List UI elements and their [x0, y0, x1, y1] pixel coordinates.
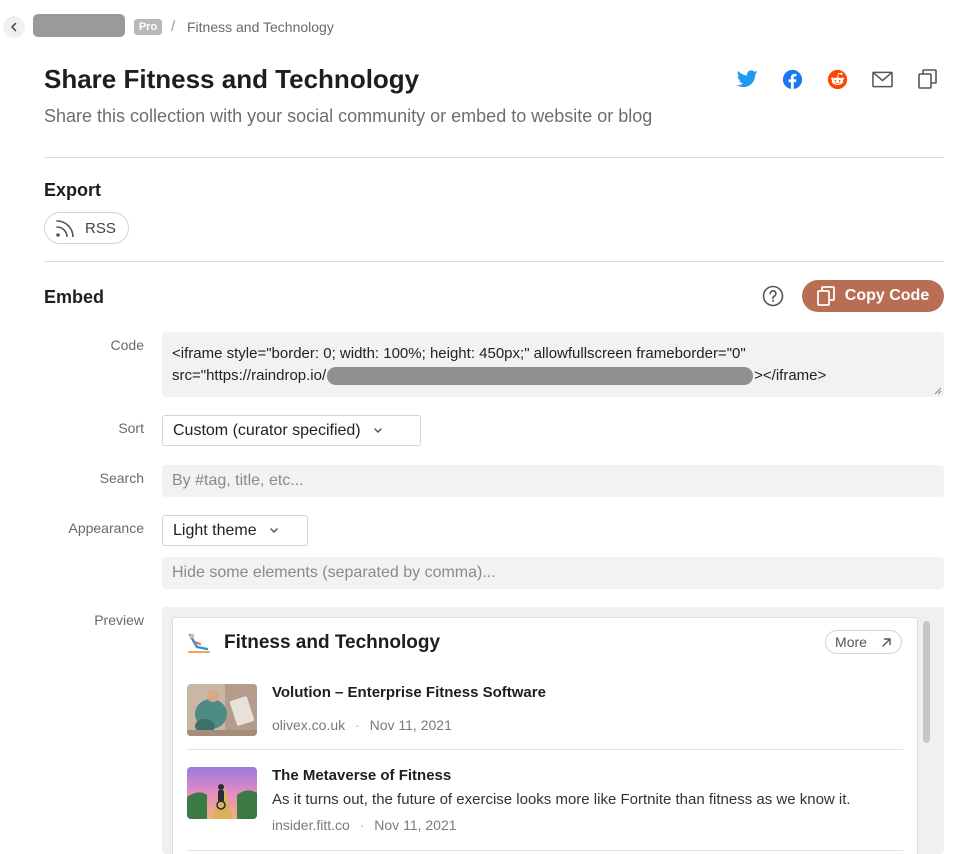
copy-icon — [816, 286, 835, 306]
help-button[interactable] — [762, 285, 784, 307]
bookmark-meta: insider.fitt.co · Nov 11, 2021 — [272, 817, 457, 833]
redacted-url — [327, 367, 754, 385]
help-icon — [762, 285, 784, 307]
more-label: More — [835, 634, 867, 650]
facebook-icon[interactable] — [781, 68, 803, 90]
preview-scrollbar[interactable] — [923, 621, 930, 743]
mail-icon[interactable] — [871, 68, 893, 90]
search-label: Search — [99, 470, 144, 486]
embed-code-textarea[interactable]: <iframe style="border: 0; width: 100%; h… — [162, 332, 944, 397]
divider — [44, 157, 944, 158]
breadcrumb-current: Fitness and Technology — [187, 19, 334, 35]
bookmark-item[interactable]: Volution – Enterprise Fitness Software o… — [187, 684, 903, 740]
sort-label: Sort — [118, 420, 144, 436]
appearance-label: Appearance — [68, 520, 144, 536]
back-button[interactable] — [3, 16, 25, 38]
bookmark-thumbnail — [187, 767, 257, 819]
appearance-select[interactable]: Light theme — [162, 515, 308, 546]
rss-icon — [56, 220, 74, 237]
pro-badge: Pro — [134, 19, 162, 35]
bookmark-item[interactable]: The Metaverse of Fitness As it turns out… — [187, 767, 903, 837]
share-icons — [736, 68, 938, 90]
bookmark-meta: olivex.co.uk · Nov 11, 2021 — [272, 717, 452, 733]
bookmark-title: The Metaverse of Fitness — [272, 767, 452, 784]
export-title: Export — [44, 180, 102, 200]
meta-dot: · — [359, 817, 365, 833]
twitter-icon[interactable] — [736, 68, 758, 90]
breadcrumb-separator: / — [171, 18, 176, 35]
code-line-1: <iframe style="border: 0; width: 100%; h… — [172, 345, 746, 362]
bookmark-thumbnail — [187, 684, 257, 736]
rss-label: RSS — [85, 219, 116, 237]
copy-code-button[interactable]: Copy Code — [802, 280, 944, 312]
sort-select[interactable]: Custom (curator specified) — [162, 415, 421, 446]
preview-card: Fitness and Technology More Volution – E… — [172, 617, 918, 854]
bookmark-date: Nov 11, 2021 — [369, 717, 452, 733]
bookmark-title: Volution – Enterprise Fitness Software — [272, 684, 546, 701]
page-title: Share Fitness and Technology — [44, 64, 420, 94]
meta-dot: · — [355, 717, 360, 733]
preview-frame[interactable]: Fitness and Technology More Volution – E… — [162, 607, 944, 854]
redacted-user-name[interactable] — [33, 14, 125, 37]
hide-elements-input[interactable]: Hide some elements (separated by comma).… — [162, 557, 944, 589]
reddit-icon[interactable] — [826, 68, 848, 90]
code-line-2: src="https://raindrop.io/ ></iframe> — [172, 365, 934, 387]
arrow-up-right-icon — [882, 637, 891, 647]
chevron-down-icon — [269, 528, 278, 534]
bookmark-domain: olivex.co.uk — [272, 717, 346, 733]
chevron-down-icon — [373, 428, 382, 434]
sort-value: Custom (curator specified) — [173, 421, 361, 439]
divider — [44, 261, 944, 262]
rss-button[interactable]: RSS — [44, 212, 129, 244]
bookmark-domain: insider.fitt.co — [272, 817, 350, 833]
bookmark-description: As it turns out, the future of exercise … — [272, 791, 851, 808]
code-line-2-prefix: src="https://raindrop.io/ — [172, 367, 327, 384]
code-label: Code — [110, 337, 144, 353]
chevron-left-icon — [11, 22, 17, 32]
copy-code-label: Copy Code — [844, 287, 930, 304]
search-input[interactable]: By #tag, title, etc... — [162, 465, 944, 497]
item-divider — [187, 850, 903, 851]
bookmark-date: Nov 11, 2021 — [374, 817, 457, 833]
code-line-2-suffix: ></iframe> — [754, 367, 827, 384]
more-button[interactable]: More — [825, 630, 902, 654]
preview-collection-title: Fitness and Technology — [224, 632, 441, 653]
preview-label: Preview — [94, 612, 144, 628]
resize-grip-icon[interactable] — [934, 387, 942, 395]
copy-icon[interactable] — [916, 68, 938, 90]
hide-elements-placeholder: Hide some elements (separated by comma).… — [172, 564, 496, 581]
appearance-value: Light theme — [173, 521, 257, 539]
search-placeholder: By #tag, title, etc... — [172, 472, 304, 489]
embed-title: Embed — [44, 287, 105, 307]
page-subtitle: Share this collection with your social c… — [44, 106, 653, 126]
collection-cover-icon — [188, 633, 210, 653]
item-divider — [187, 749, 903, 750]
